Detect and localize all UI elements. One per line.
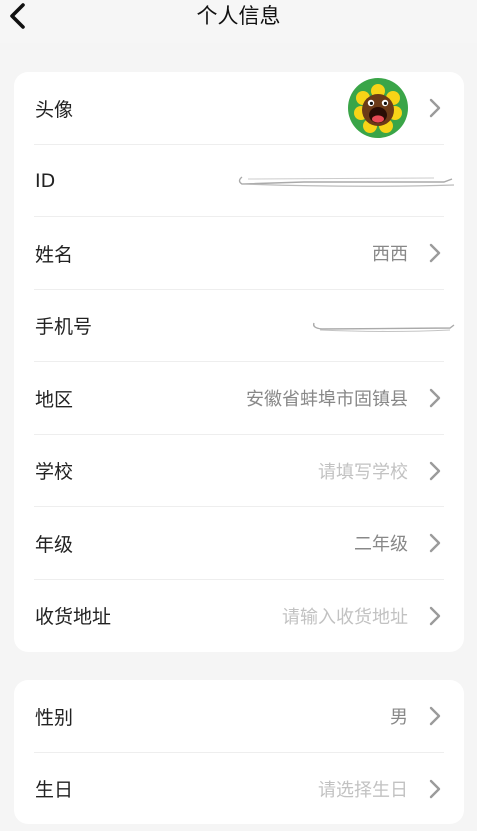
region-row[interactable]: 地区 安徽省蚌埠市固镇县 [14,362,464,435]
gender-row[interactable]: 性别 男 [14,680,464,753]
id-row: ID [14,145,464,217]
school-row[interactable]: 学校 请填写学校 [14,435,464,507]
region-value: 安徽省蚌埠市固镇县 [246,389,408,411]
chevron-right-icon [429,707,441,726]
name-value: 西西 [372,244,408,266]
phone-label: 手机号 [35,316,93,339]
phone-row: 手机号 [14,290,464,362]
grade-label: 年级 [35,533,74,556]
grade-row[interactable]: 年级 二年级 [14,507,464,580]
chevron-right-icon [429,244,441,263]
gender-label: 性别 [35,706,74,729]
avatar-row[interactable]: 头像 [14,72,464,145]
region-label: 地区 [35,388,74,411]
chevron-right-icon [429,461,441,480]
chevron-right-icon [429,779,441,798]
name-row[interactable]: 姓名 西西 [14,217,464,290]
profile-info-card: 头像 ID 姓名 西西 手机号 地区 安徽省蚌埠市固镇县 学校 请填写学校 年级… [14,72,464,652]
chevron-right-icon [429,606,441,625]
redacted-id-value [238,176,455,187]
birthday-label: 生日 [35,779,74,802]
address-row[interactable]: 收货地址 请输入收货地址 [14,580,464,653]
school-placeholder: 请填写学校 [318,461,408,483]
address-placeholder: 请输入收货地址 [282,606,408,628]
sunflower-avatar-icon [348,78,408,139]
grade-value: 二年级 [354,534,408,556]
chevron-right-icon [429,99,441,118]
avatar-label: 头像 [35,98,74,121]
birthday-placeholder: 请选择生日 [318,779,408,801]
name-label: 姓名 [35,243,74,266]
page-title: 个人信息 [196,4,281,28]
chevron-right-icon [429,534,441,553]
birthday-row[interactable]: 生日 请选择生日 [14,753,464,826]
gender-value: 男 [390,707,408,729]
chevron-right-icon [429,389,441,408]
navigation-bar: 个人信息 [0,0,477,43]
address-label: 收货地址 [35,606,112,629]
school-label: 学校 [35,461,74,484]
personal-details-card: 性别 男 生日 请选择生日 [14,680,464,824]
id-label: ID [35,169,56,192]
redacted-phone-value [312,322,455,332]
